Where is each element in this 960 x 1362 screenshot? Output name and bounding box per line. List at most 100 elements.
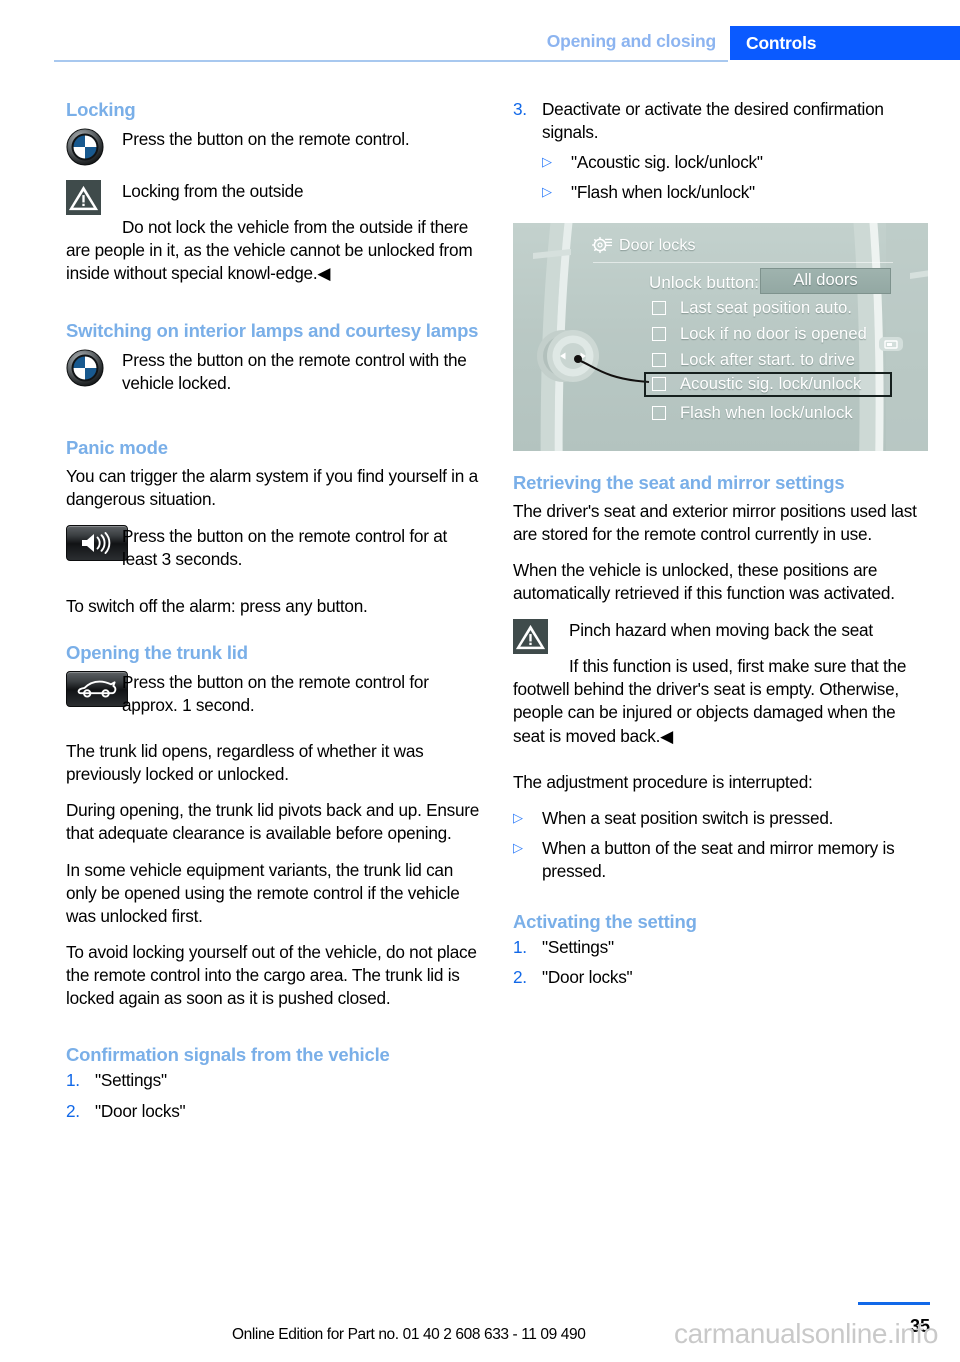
- heading-locking: Locking: [66, 99, 136, 120]
- heading-panic-mode: Panic mode: [66, 436, 168, 458]
- list-item[interactable]: 2. "Door locks": [66, 1100, 481, 1123]
- interrupt-item-text: When a seat position switch is pressed.: [542, 807, 834, 828]
- heading-activating-the-setting: Activating the setting: [513, 911, 697, 933]
- footer-edition-text: Online Edition for Part no. 01 40 2 608 …: [232, 1326, 586, 1343]
- pinch-hazard-warning-head: Pinch hazard when moving back the seat: [513, 618, 928, 655]
- interior-lamps-instruction-text: Press the button on the remote control w…: [122, 349, 467, 393]
- pinch-hazard-warning-block: Pinch hazard when moving back the seat I…: [513, 618, 928, 748]
- checkbox-icon[interactable]: [652, 301, 666, 315]
- triangle-bullet-icon: ▷: [513, 839, 523, 855]
- list-item[interactable]: ▷ "Acoustic sig. lock/unlock": [542, 151, 928, 174]
- header-chapter-label: Controls: [746, 32, 817, 53]
- header-chapter-bar: Controls: [730, 26, 960, 60]
- interrupt-condition-list: ▷ When a seat position switch is pressed…: [513, 807, 928, 883]
- header-divider-rule: [54, 60, 728, 62]
- triangle-bullet-icon: ▷: [542, 154, 552, 170]
- interior-lamps-instruction-row: Press the button on the remote control w…: [66, 348, 481, 395]
- trunk-key-button-icon: [66, 670, 128, 707]
- checkbox-icon[interactable]: [652, 327, 666, 341]
- car-trunk-icon: [66, 670, 128, 707]
- right-column: 3. Deactivate or activate the desired co…: [513, 98, 928, 997]
- checkbox-icon[interactable]: [652, 406, 666, 420]
- step-number: 3.: [513, 99, 527, 119]
- activating-step-list: 1. "Settings" 2. "Door locks": [513, 936, 928, 989]
- pinch-hazard-warning-body: If this function is used, first make sur…: [513, 656, 907, 746]
- confirmation-signals-step-list: 1. "Settings" 2. "Door locks": [66, 1069, 481, 1122]
- page-number: 35: [909, 1316, 930, 1336]
- step3-list: 3. Deactivate or activate the desired co…: [513, 98, 928, 144]
- callout-connector-line: [574, 354, 650, 383]
- trunk-lid-para-4: To avoid locking yourself out of the veh…: [66, 941, 477, 1009]
- list-item[interactable]: 1. "Settings": [66, 1069, 481, 1092]
- list-item[interactable]: ▷ When a seat position switch is pressed…: [513, 807, 928, 830]
- watermark-text: carmanualsonline.info: [674, 1318, 938, 1349]
- pinch-hazard-warning-title: Pinch hazard when moving back the seat: [569, 620, 873, 641]
- warning-triangle-glyph: [66, 180, 101, 216]
- warning-triangle-icon: [513, 618, 569, 655]
- list-item[interactable]: 2. "Door locks": [513, 966, 928, 989]
- step3-sub-list: ▷ "Acoustic sig. lock/unlock" ▷ "Flash w…: [513, 151, 928, 204]
- triangle-bullet-icon: ▷: [542, 184, 552, 200]
- list-item[interactable]: 3. Deactivate or activate the desired co…: [513, 98, 928, 144]
- gear-icon: [592, 236, 612, 253]
- idrive-option-lock-after-start-to-drive[interactable]: Lock after start. to drive: [652, 348, 855, 373]
- idrive-option-label: Acoustic sig. lock/unlock: [680, 374, 862, 393]
- heading-seat-mirror-settings: Retrieving the seat and mirror settings: [513, 471, 845, 493]
- idrive-option-last-seat-position[interactable]: Last seat position auto.: [652, 296, 852, 321]
- trunk-lid-para-3: In some vehicle equipment variants, the …: [66, 859, 460, 926]
- locking-warning-title: Locking from the outside: [122, 181, 304, 202]
- list-item[interactable]: ▷ "Flash when lock/unlock": [542, 181, 928, 204]
- header-section-label: Opening and closing: [546, 31, 716, 51]
- idrive-screen-title: Door locks: [619, 236, 696, 254]
- bmw-roundel-glyph: [66, 349, 104, 387]
- heading-interior-lamps: Switching on interior lamps and courtesy…: [66, 319, 479, 341]
- step-text: "Settings": [542, 937, 614, 958]
- heading-trunk-lid: Opening the trunk lid: [66, 641, 248, 663]
- heading-confirmation-signals: Confirmation signals from the vehicle: [66, 1044, 390, 1066]
- sub-item-text: "Flash when lock/unlock": [571, 182, 755, 203]
- idrive-unlock-button-label: Unlock button:: [649, 272, 760, 292]
- footer-page-rule: [858, 1302, 930, 1305]
- checkbox-icon[interactable]: [652, 377, 666, 391]
- step-number: 1.: [66, 1070, 80, 1091]
- panic-mode-switch-off: To switch off the alarm: press any butto…: [66, 595, 368, 616]
- idrive-option-flash-when-lock-unlock[interactable]: Flash when lock/unlock: [652, 401, 853, 426]
- idrive-menu-button-icon[interactable]: [878, 333, 904, 355]
- idrive-option-label: Lock after start. to drive: [680, 350, 856, 369]
- page-header: Opening and closing Controls: [0, 0, 960, 66]
- idrive-option-label: Flash when lock/unlock: [680, 403, 853, 422]
- step-number: 2.: [66, 1100, 80, 1121]
- panic-mode-instruction-row: Press the button on the remote control f…: [66, 524, 481, 571]
- idrive-unlock-button-value[interactable]: All doors: [760, 267, 891, 294]
- step-number: 2.: [513, 967, 527, 988]
- list-item[interactable]: ▷ When a button of the seat and mirror m…: [513, 837, 928, 883]
- locking-remote-instruction-row: Press the button on the remote control.: [66, 127, 481, 166]
- bmw-roundel-icon: [66, 348, 122, 387]
- triangle-bullet-icon: ▷: [513, 809, 523, 825]
- warning-triangle-glyph: [513, 619, 548, 655]
- idrive-option-label: Last seat position auto.: [680, 298, 853, 317]
- locking-warning-block: Locking from the outside Do not lock the…: [66, 179, 481, 285]
- locking-remote-instruction-text: Press the button on the remote control.: [122, 129, 410, 150]
- bmw-roundel-glyph: [66, 128, 104, 166]
- horn-speaker-icon: [66, 525, 128, 562]
- seat-mirror-para-1: The driver's seat and exterior mirror po…: [513, 500, 917, 544]
- step-text: "Door locks": [95, 1100, 186, 1121]
- step-number: 1.: [513, 937, 527, 958]
- list-item[interactable]: 1. "Settings": [513, 936, 928, 959]
- idrive-option-lock-if-no-door-opened[interactable]: Lock if no door is opened: [652, 322, 867, 347]
- interrupt-intro-text: The adjustment procedure is interrupted:: [513, 771, 813, 792]
- idrive-option-acoustic-sig-lock-unlock[interactable]: Acoustic sig. lock/unlock: [644, 371, 892, 397]
- idrive-title-rule: [593, 261, 893, 263]
- left-column: Locking Press the button on the remote c…: [66, 98, 481, 1130]
- checkbox-icon[interactable]: [652, 353, 666, 367]
- trunk-lid-para-2: During opening, the trunk lid pivots bac…: [66, 800, 480, 844]
- interrupt-item-text: When a button of the seat and mirror mem…: [542, 837, 895, 881]
- idrive-screen-illustration: Door locks Unlock button: All doors Last…: [513, 222, 928, 451]
- bmw-roundel-icon: [66, 127, 122, 166]
- speaker-waves-glyph: [82, 532, 111, 555]
